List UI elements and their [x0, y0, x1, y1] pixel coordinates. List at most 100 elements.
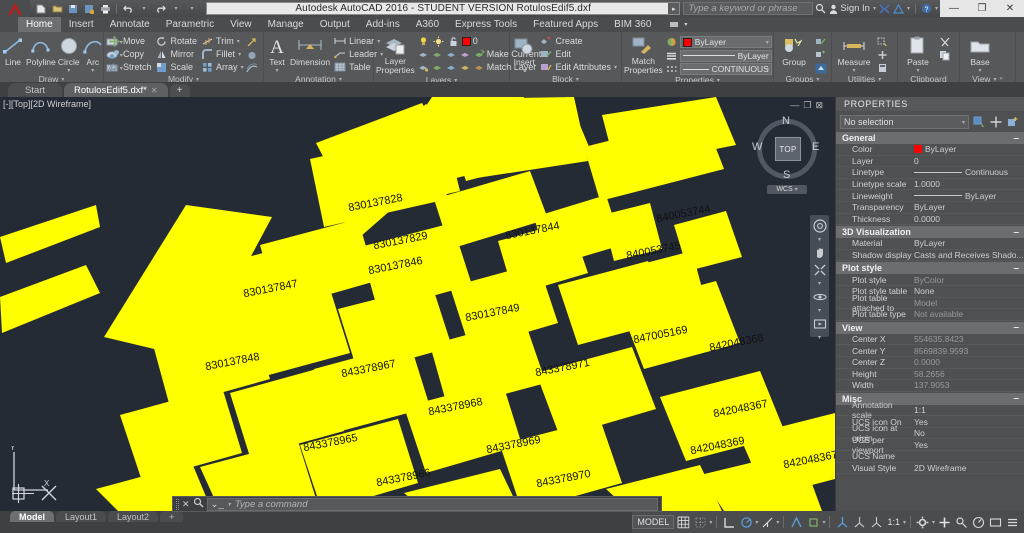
- property-row[interactable]: UCS Name: [836, 451, 1024, 463]
- pickadd-tool-icon[interactable]: [1006, 115, 1020, 129]
- modify-trim-button[interactable]: Trim ▾: [199, 35, 246, 47]
- property-row[interactable]: Center Z 0.0000: [836, 357, 1024, 369]
- ribbon-tab-a360[interactable]: A360: [408, 17, 447, 32]
- base-dropdown-icon[interactable]: ▾: [978, 67, 981, 74]
- block-edit-button[interactable]: Edit: [538, 48, 619, 60]
- layout-tab-model[interactable]: Model: [10, 511, 54, 522]
- ribbon-tab-annotate[interactable]: Annotate: [102, 17, 158, 32]
- undo-dropdown-icon[interactable]: ▾: [137, 2, 151, 16]
- compass-east-label[interactable]: E: [812, 141, 819, 153]
- property-linetype-combo[interactable]: CONTINUOUS ▾: [679, 63, 772, 75]
- properties-group-3d-visualization[interactable]: 3D Visualization –: [836, 226, 1024, 239]
- viewport-minimize-icon[interactable]: —: [790, 100, 799, 111]
- ribbon-minimize-icon[interactable]: ▾: [659, 17, 695, 32]
- selection-dropdown-icon[interactable]: ▾: [962, 119, 965, 126]
- base-view-button[interactable]: Base ▾: [962, 34, 998, 74]
- close-button[interactable]: ✕: [996, 0, 1024, 17]
- layout-tab-layout2[interactable]: Layout2: [108, 511, 159, 522]
- property-lineweight-caret-icon[interactable]: ▾: [766, 52, 769, 59]
- open-icon[interactable]: [50, 2, 64, 16]
- ribbon-tab-featured-apps[interactable]: Featured Apps: [525, 17, 606, 32]
- model-space-button[interactable]: MODEL: [632, 515, 675, 529]
- modify-array-button[interactable]: Array ▾: [199, 61, 246, 73]
- save-as-icon[interactable]: [82, 2, 96, 16]
- annotation-scale-dropdown-icon[interactable]: ▾: [903, 519, 906, 526]
- new-icon[interactable]: [34, 2, 48, 16]
- ribbon-tab-manage[interactable]: Manage: [260, 17, 312, 32]
- group-edit-icon[interactable]: [814, 49, 827, 61]
- ribbon-tab-express-tools[interactable]: Express Tools: [447, 17, 525, 32]
- layer-lock-icon[interactable]: [447, 35, 460, 47]
- grid-icon[interactable]: [675, 514, 691, 530]
- block-insert-button[interactable]: Insert ▾: [512, 34, 536, 74]
- arc-dropdown-icon[interactable]: ▾: [91, 67, 94, 74]
- layer-properties-button[interactable]: Layer Properties: [376, 34, 415, 75]
- drawing-canvas[interactable]: [-][Top][2D Wireframe] — ❐ ⊠ 830137828 8…: [0, 97, 835, 511]
- property-row[interactable]: Lineweight ByLayer: [836, 190, 1024, 202]
- file-tab-drawing[interactable]: RotulosEdif5.dxf* ✕: [64, 83, 168, 97]
- ribbon-tab-output[interactable]: Output: [312, 17, 358, 32]
- make-current-icon[interactable]: [473, 48, 486, 60]
- property-linetype-icon[interactable]: [665, 63, 678, 75]
- minimize-button[interactable]: —: [940, 0, 968, 17]
- ribbon-tab-insert[interactable]: Insert: [61, 17, 102, 32]
- showmotion-dropdown-icon[interactable]: ▾: [818, 334, 821, 341]
- isolate-objects-icon[interactable]: [953, 514, 969, 530]
- add-selected-icon[interactable]: [876, 49, 889, 61]
- redo-dropdown-icon[interactable]: ▾: [169, 2, 183, 16]
- quick-select-tool-icon[interactable]: [972, 115, 986, 129]
- property-value[interactable]: Not available: [914, 309, 1024, 319]
- property-row[interactable]: Plot table attached to Model: [836, 293, 1024, 313]
- viewport-close-icon[interactable]: ⊠: [815, 100, 823, 111]
- layer-unisolate-icon[interactable]: [431, 48, 444, 60]
- draw-line-button[interactable]: Line: [2, 34, 24, 67]
- property-row[interactable]: Transparency ByLayer: [836, 202, 1024, 214]
- orbit-dropdown-icon[interactable]: ▾: [818, 307, 821, 314]
- properties-group-collapse-icon[interactable]: –: [1013, 322, 1019, 333]
- pan-hand-icon[interactable]: [812, 246, 827, 260]
- match-layer-icon[interactable]: [473, 61, 486, 73]
- compass-south-label[interactable]: S: [783, 169, 790, 181]
- properties-group-collapse-icon[interactable]: –: [1013, 263, 1019, 274]
- sign-in-button[interactable]: Sign In: [829, 3, 870, 14]
- clean-screen-icon[interactable]: [987, 514, 1003, 530]
- property-value[interactable]: 554635.8423: [914, 334, 1024, 344]
- qat-customize-icon[interactable]: ▾: [185, 2, 199, 16]
- property-row[interactable]: Layer 0: [836, 156, 1024, 168]
- property-value[interactable]: 8569839.9593: [914, 346, 1024, 356]
- offset-icon[interactable]: [246, 62, 259, 74]
- property-value[interactable]: Yes: [914, 417, 1024, 427]
- property-value[interactable]: ByLayer: [914, 144, 1024, 154]
- select-objects-tool-icon[interactable]: [989, 115, 1003, 129]
- zoom-extents-icon[interactable]: [812, 263, 827, 277]
- graphics-performance-icon[interactable]: [970, 514, 986, 530]
- command-input[interactable]: ⌄_ ▾ Type a command: [206, 497, 658, 511]
- view-cube[interactable]: TOP N S W E WCS ▾: [751, 113, 823, 194]
- file-tab-close-icon[interactable]: ✕: [151, 86, 158, 95]
- draw-arc-button[interactable]: Arc ▾: [82, 34, 104, 74]
- properties-group-collapse-icon[interactable]: –: [1013, 227, 1019, 238]
- match-properties-button[interactable]: Match Properties: [624, 34, 663, 75]
- circle-dropdown-icon[interactable]: ▾: [67, 67, 70, 74]
- group-button[interactable]: Group: [776, 34, 812, 67]
- osnap-dropdown-icon[interactable]: ▾: [822, 519, 825, 526]
- add-plus-icon[interactable]: [936, 514, 952, 530]
- file-tab-start[interactable]: Start: [8, 83, 62, 97]
- layer-freeze-icon[interactable]: [432, 35, 445, 47]
- modify-scale-button[interactable]: Scale: [154, 61, 200, 73]
- save-icon[interactable]: [66, 2, 80, 16]
- paste-dropdown-icon[interactable]: ▾: [916, 67, 919, 74]
- property-row[interactable]: Linetype scale 1.0000: [836, 179, 1024, 191]
- property-row[interactable]: Center X 554635.8423: [836, 334, 1024, 346]
- ungroup-icon[interactable]: [814, 36, 827, 48]
- text-dropdown-icon[interactable]: ▾: [275, 67, 278, 74]
- property-value[interactable]: ByColor: [914, 275, 1024, 285]
- property-row[interactable]: Material ByLayer: [836, 238, 1024, 250]
- otrack-icon[interactable]: [805, 514, 821, 530]
- sign-in-dropdown-icon[interactable]: ▾: [873, 5, 876, 12]
- autodesk-a360-icon[interactable]: [892, 3, 904, 14]
- selection-combo[interactable]: No selection ▾: [840, 115, 969, 129]
- osnap-icon[interactable]: [788, 514, 804, 530]
- snap-icon[interactable]: [692, 514, 708, 530]
- zoom-dropdown-icon[interactable]: ▾: [818, 280, 821, 287]
